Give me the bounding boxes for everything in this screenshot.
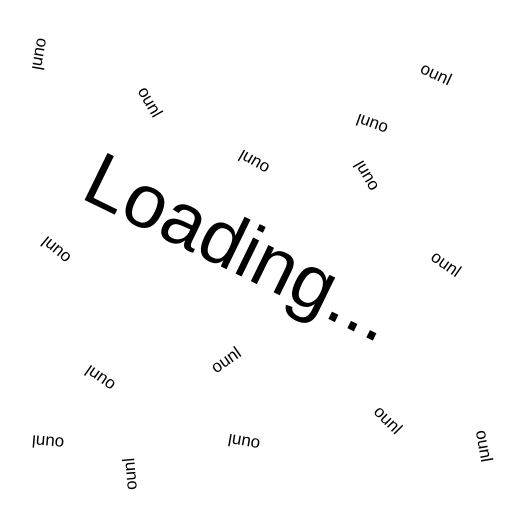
scattered-word: ounl <box>417 58 455 90</box>
loading-screen: Loading... ounl ounl ounl ounl ounl ounl… <box>0 0 512 512</box>
scattered-word: ounl <box>369 401 407 439</box>
scattered-word: ounl <box>37 232 75 268</box>
scattered-word: ounl <box>353 109 391 139</box>
scattered-word: ounl <box>31 431 65 453</box>
scattered-word: ounl <box>349 157 383 195</box>
scattered-word: ounl <box>119 457 141 491</box>
scattered-word: ounl <box>235 145 273 179</box>
scattered-word: ounl <box>471 428 497 464</box>
scattered-word: ounl <box>81 361 119 395</box>
scattered-word: ounl <box>27 36 53 72</box>
scattered-word: ounl <box>226 429 262 455</box>
scattered-word: ounl <box>207 343 245 377</box>
scattered-word: ounl <box>133 83 167 121</box>
scattered-word: ounl <box>427 247 465 281</box>
